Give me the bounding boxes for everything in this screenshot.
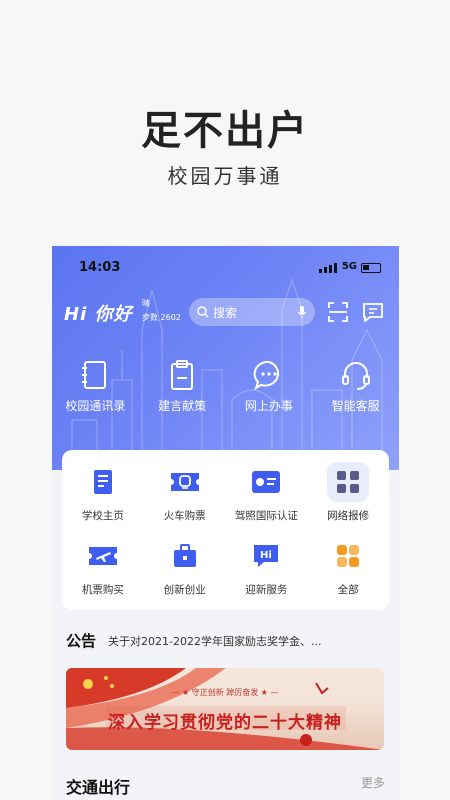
chat-bubble-icon	[253, 360, 279, 391]
service-entrepreneurship[interactable]: 创新创业	[144, 536, 226, 608]
plane-ticket-icon	[82, 536, 124, 576]
service-train-ticket[interactable]: 火车购票	[144, 462, 226, 534]
contacts-book-icon	[82, 361, 107, 389]
quick-item-label: 建言献策	[158, 399, 207, 413]
more-link[interactable]: 更多	[361, 774, 385, 791]
document-icon	[82, 462, 124, 502]
quick-item-contacts[interactable]: 校园通讯录	[52, 358, 139, 414]
announcement-bar[interactable]: 公告 关于对2021-2022学年国家励志奖学金、...	[66, 630, 386, 651]
hero-title: 足不出户	[141, 108, 309, 154]
service-license-cert[interactable]: 驾照国际认证	[226, 462, 308, 534]
message-icon[interactable]	[362, 302, 384, 322]
service-label: 机票购买	[81, 584, 124, 596]
train-ticket-icon	[164, 462, 206, 502]
grid-apps-icon	[327, 462, 370, 502]
services-grid: 学校主页 火车购票 驾照国际认证 网络报修 机票购买 创新创业 Hi 迎新服务 …	[62, 450, 389, 610]
briefcase-icon	[164, 536, 206, 576]
service-label: 创新创业	[163, 584, 206, 596]
service-label: 迎新服务	[245, 584, 288, 596]
quick-item-label: 校园通讯录	[65, 399, 126, 413]
signal-icon	[319, 263, 337, 273]
quick-item-label: 智能客服	[331, 399, 380, 413]
svg-text:Hi: Hi	[260, 550, 272, 561]
service-school-homepage[interactable]: 学校主页	[62, 462, 144, 534]
service-label: 网络报修	[327, 510, 370, 522]
quick-actions: 校园通讯录 建言献策 网上办事 智能客服	[52, 358, 399, 414]
service-plane-ticket[interactable]: 机票购买	[62, 536, 144, 608]
banner-slogan: 深入学习贯彻党的二十大精神	[108, 713, 342, 733]
phone-screen: 14:03 5G Hi 你好 晴 步数 2602 搜索 校园通讯录 建言献策 网…	[52, 246, 399, 800]
service-freshman[interactable]: Hi 迎新服务	[226, 536, 308, 608]
hi-chat-icon: Hi	[245, 536, 287, 576]
status-bar: 14:03 5G	[52, 258, 399, 278]
scan-icon[interactable]	[328, 302, 348, 322]
banner-subtitle: — ★ 守正创新 踔厉奋发 ★ —	[171, 688, 279, 697]
service-network-repair[interactable]: 网络报修	[307, 462, 389, 534]
clipboard-icon	[171, 360, 194, 390]
battery-icon	[361, 263, 381, 273]
microphone-icon[interactable]	[297, 305, 307, 319]
all-apps-icon	[327, 536, 369, 576]
announcement-tag: 公告	[66, 632, 97, 650]
search-input[interactable]: 搜索	[189, 298, 315, 326]
quick-item-suggestions[interactable]: 建言献策	[139, 358, 226, 414]
service-label: 驾照国际认证	[234, 510, 298, 522]
headset-icon	[341, 362, 370, 390]
quick-item-label: 网上办事	[244, 399, 293, 413]
search-icon	[197, 306, 209, 318]
status-time: 14:03	[79, 260, 121, 275]
service-label: 全部	[337, 584, 359, 596]
service-label: 学校主页	[81, 510, 124, 522]
network-label: 5G	[341, 261, 357, 272]
quick-item-online-service[interactable]: 网上办事	[226, 358, 313, 414]
app-logo: Hi 你好	[64, 304, 133, 325]
id-card-icon	[245, 462, 287, 502]
service-label: 火车购票	[163, 510, 206, 522]
announcement-text[interactable]: 关于对2021-2022学年国家励志奖学金、...	[108, 633, 358, 649]
promo-banner[interactable]: — ★ 守正创新 踔厉奋发 ★ — 深入学习贯彻党的二十大精神	[66, 668, 384, 750]
quick-item-customer-service[interactable]: 智能客服	[312, 358, 399, 414]
hero-subtitle: 校园万事通	[167, 164, 283, 188]
search-placeholder: 搜索	[213, 305, 238, 320]
weather-text: 晴	[142, 299, 150, 308]
section-title-traffic: 交通出行	[66, 778, 131, 797]
step-count: 步数 2602	[142, 313, 181, 322]
service-all[interactable]: 全部	[307, 536, 389, 608]
